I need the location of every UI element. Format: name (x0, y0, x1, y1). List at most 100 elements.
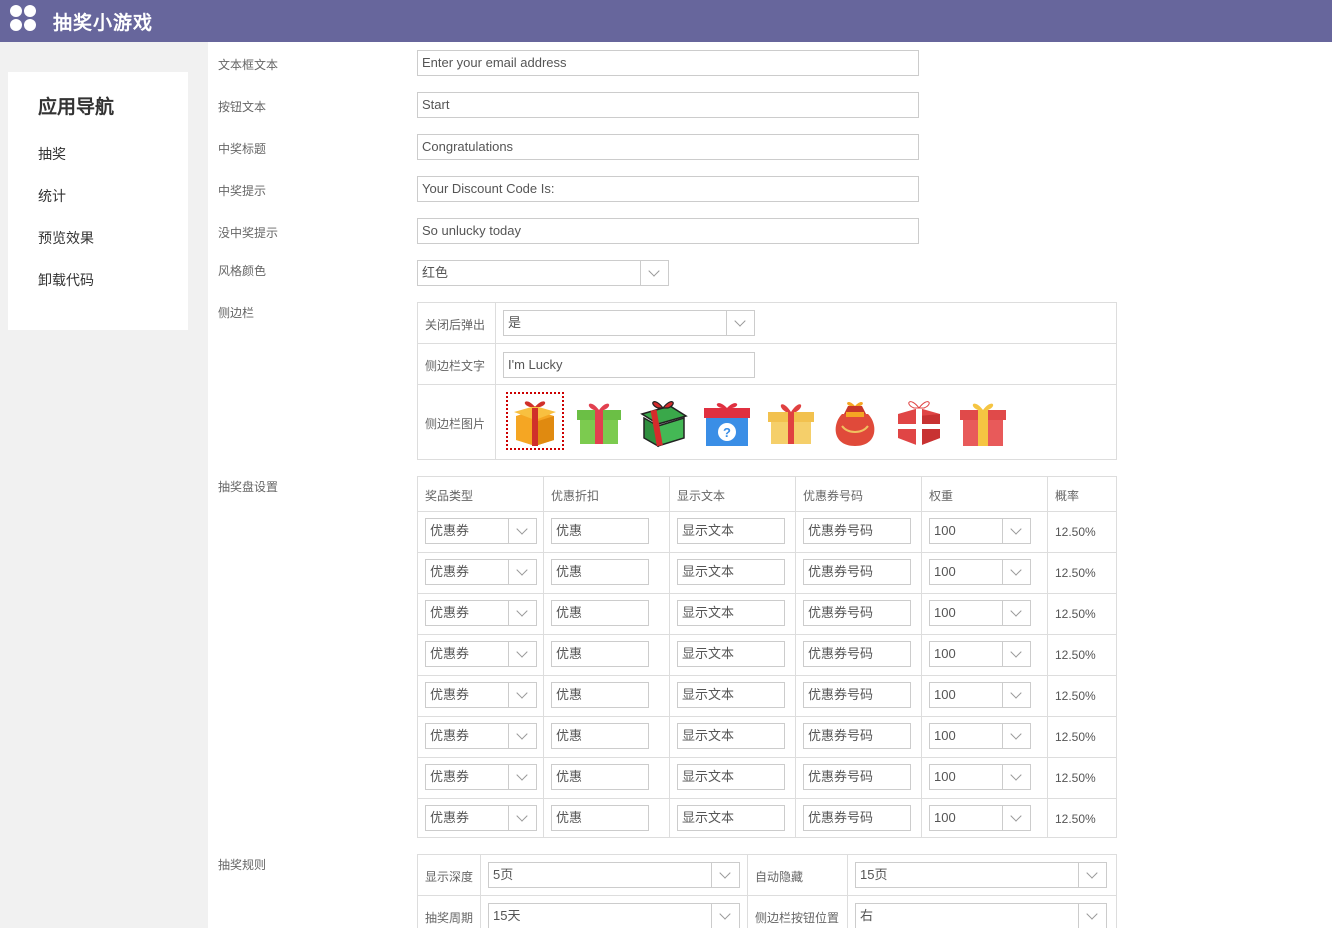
discount-input[interactable]: 优惠 (551, 641, 649, 667)
chevron-down-icon (1002, 765, 1030, 789)
nav-item-uninstall[interactable]: 卸载代码 (38, 270, 94, 290)
coupon-code-input[interactable]: 优惠券号码 (803, 559, 911, 585)
gift-box-yellow-icon[interactable] (764, 394, 818, 448)
coupon-code-input[interactable]: 优惠券号码 (803, 805, 911, 831)
weight-select[interactable]: 100 (929, 682, 1031, 708)
prize-type-select[interactable]: 优惠券 (425, 600, 537, 626)
popup-value: 是 (508, 315, 522, 330)
popup-select[interactable]: 是 (503, 310, 755, 336)
prize-type-select[interactable]: 优惠券 (425, 518, 537, 544)
prize-type-value: 优惠券 (430, 687, 470, 702)
coupon-code-input[interactable]: 优惠券号码 (803, 723, 911, 749)
depth-label: 显示深度 (425, 870, 474, 884)
discount-input[interactable]: 优惠 (551, 559, 649, 585)
gift-box-red-white-icon[interactable] (892, 394, 946, 448)
divider (418, 552, 1116, 553)
period-select[interactable]: 15天 (488, 903, 740, 928)
nav-item-stats[interactable]: 统计 (38, 186, 66, 206)
divider (495, 303, 496, 459)
win-title-input[interactable]: Congratulations (417, 134, 919, 160)
textbox-text-input[interactable]: Enter your email address (417, 50, 919, 76)
win-tip-input[interactable]: Your Discount Code Is: (417, 176, 919, 202)
display-text-input[interactable]: 显示文本 (677, 518, 785, 544)
textbox-label: 文本框文本 (218, 58, 279, 72)
chevron-down-icon (1002, 683, 1030, 707)
divider (418, 716, 1116, 717)
rules-label: 抽奖规则 (218, 858, 267, 872)
lose-tip-label: 没中奖提示 (218, 226, 279, 240)
prize-type-select[interactable]: 优惠券 (425, 682, 537, 708)
probability-value: 12.50% (1055, 648, 1096, 662)
nav-item-preview[interactable]: 预览效果 (38, 228, 94, 248)
divider (1047, 477, 1048, 837)
divider (418, 343, 1116, 344)
style-color-select[interactable]: 红色 (417, 260, 669, 286)
weight-select[interactable]: 100 (929, 559, 1031, 585)
weight-select[interactable]: 100 (929, 805, 1031, 831)
button-text-label: 按钮文本 (218, 100, 267, 114)
divider (418, 511, 1116, 512)
prize-type-value: 优惠券 (430, 646, 470, 661)
discount-input[interactable]: 优惠 (551, 805, 649, 831)
gift-box-darkgreen-icon[interactable] (636, 394, 690, 448)
prize-type-select[interactable]: 优惠券 (425, 764, 537, 790)
depth-value: 5页 (493, 867, 514, 882)
display-text-input[interactable]: 显示文本 (677, 600, 785, 626)
prize-type-select[interactable]: 优惠券 (425, 559, 537, 585)
coupon-code-input[interactable]: 优惠券号码 (803, 518, 911, 544)
depth-select[interactable]: 5页 (488, 862, 740, 888)
probability-value: 12.50% (1055, 771, 1096, 785)
probability-value: 12.50% (1055, 730, 1096, 744)
weight-select[interactable]: 100 (929, 723, 1031, 749)
sidebar-button-position-value: 右 (860, 908, 874, 923)
prize-type-value: 优惠券 (430, 810, 470, 825)
prize-type-value: 优惠券 (430, 769, 470, 784)
chevron-down-icon (726, 311, 754, 335)
wheel-header-5: 概率 (1055, 489, 1080, 503)
sidebar-text-input[interactable]: I'm Lucky (503, 352, 755, 378)
discount-input[interactable]: 优惠 (551, 723, 649, 749)
chevron-down-icon (508, 560, 536, 584)
discount-input[interactable]: 优惠 (551, 600, 649, 626)
weight-select[interactable]: 100 (929, 518, 1031, 544)
sidebar-button-position-select[interactable]: 右 (855, 903, 1107, 928)
nav-card: 应用导航 抽奖 统计 预览效果 卸载代码 (8, 72, 188, 330)
display-text-input[interactable]: 显示文本 (677, 764, 785, 790)
prize-type-select[interactable]: 优惠券 (425, 641, 537, 667)
prize-type-select[interactable]: 优惠券 (425, 723, 537, 749)
gift-box-orange-icon[interactable] (506, 392, 564, 450)
chevron-down-icon (1002, 519, 1030, 543)
display-text-input[interactable]: 显示文本 (677, 559, 785, 585)
discount-input[interactable]: 优惠 (551, 682, 649, 708)
discount-input[interactable]: 优惠 (551, 518, 649, 544)
button-text-input[interactable]: Start (417, 92, 919, 118)
coupon-code-input[interactable]: 优惠券号码 (803, 641, 911, 667)
weight-select[interactable]: 100 (929, 641, 1031, 667)
prize-type-select[interactable]: 优惠券 (425, 805, 537, 831)
discount-input[interactable]: 优惠 (551, 764, 649, 790)
display-text-input[interactable]: 显示文本 (677, 805, 785, 831)
coupon-code-input[interactable]: 优惠券号码 (803, 600, 911, 626)
weight-value: 100 (934, 728, 956, 743)
gift-box-blue-question-icon[interactable]: ? (700, 394, 754, 448)
display-text-input[interactable]: 显示文本 (677, 641, 785, 667)
top-bar: 抽奖小游戏 (0, 0, 1332, 42)
display-text-input[interactable]: 显示文本 (677, 682, 785, 708)
coupon-code-input[interactable]: 优惠券号码 (803, 764, 911, 790)
nav-item-lottery[interactable]: 抽奖 (38, 144, 66, 164)
gift-box-red-yellow-icon[interactable] (956, 394, 1010, 448)
weight-select[interactable]: 100 (929, 764, 1031, 790)
nav-title: 应用导航 (38, 97, 115, 118)
divider (418, 634, 1116, 635)
gift-bag-red-icon[interactable] (828, 394, 882, 448)
gift-box-green-icon[interactable] (572, 394, 626, 448)
display-text-input[interactable]: 显示文本 (677, 723, 785, 749)
autohide-select[interactable]: 15页 (855, 862, 1107, 888)
weight-select[interactable]: 100 (929, 600, 1031, 626)
lose-tip-input[interactable]: So unlucky today (417, 218, 919, 244)
coupon-code-input[interactable]: 优惠券号码 (803, 682, 911, 708)
chevron-down-icon (508, 683, 536, 707)
prize-type-value: 优惠券 (430, 728, 470, 743)
prize-type-value: 优惠券 (430, 523, 470, 538)
divider (480, 855, 481, 928)
